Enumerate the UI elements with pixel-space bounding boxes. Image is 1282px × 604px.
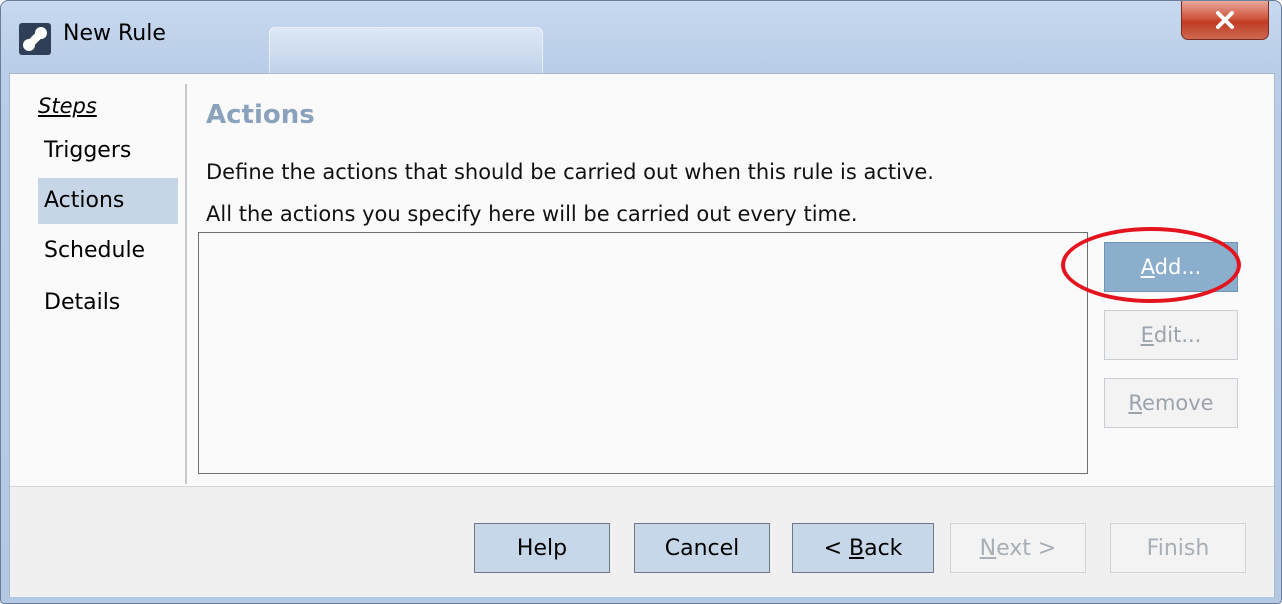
step-item-schedule[interactable]: Schedule [38,228,178,274]
actions-list[interactable] [198,232,1088,474]
step-item-triggers[interactable]: Triggers [38,128,178,174]
page-title: Actions [206,100,315,130]
steps-divider [185,84,187,484]
add-button[interactable]: Add... [1104,242,1238,292]
window-title: New Rule [63,21,166,46]
next-button-label: Next > [979,535,1057,561]
help-button[interactable]: Help [474,523,610,573]
remove-button[interactable]: Remove [1104,378,1238,428]
finish-button[interactable]: Finish [1110,523,1246,573]
actions-page: Actions Define the actions that should b… [198,74,1274,486]
next-button[interactable]: Next > [950,523,1086,573]
back-button-label: < Back [823,535,903,561]
description-line-1: Define the actions that should be carrie… [206,160,934,184]
description-line-2: All the actions you specify here will be… [206,202,858,226]
background-tab-decoration [269,27,543,74]
edit-button-label: Edit... [1140,323,1202,347]
add-button-label: Add... [1140,255,1202,279]
edit-button[interactable]: Edit... [1104,310,1238,360]
wizard-client-area: Steps Triggers Actions Schedule Details … [9,73,1275,597]
remove-button-label: Remove [1128,391,1214,415]
steps-header: Steps [38,94,97,118]
steps-panel: Steps Triggers Actions Schedule Details [10,74,188,486]
close-icon [1216,11,1234,29]
step-item-actions[interactable]: Actions [38,178,178,224]
step-item-details[interactable]: Details [38,280,178,326]
back-button[interactable]: < Back [792,523,934,573]
close-button[interactable] [1181,1,1269,40]
title-bar[interactable]: New Rule [1,1,1281,74]
app-icon [19,23,51,55]
cancel-button[interactable]: Cancel [634,523,770,573]
new-rule-window: New Rule Steps Triggers Actions Schedule… [0,0,1282,604]
wizard-footer: Help Cancel < Back Next > Finish [10,486,1274,597]
